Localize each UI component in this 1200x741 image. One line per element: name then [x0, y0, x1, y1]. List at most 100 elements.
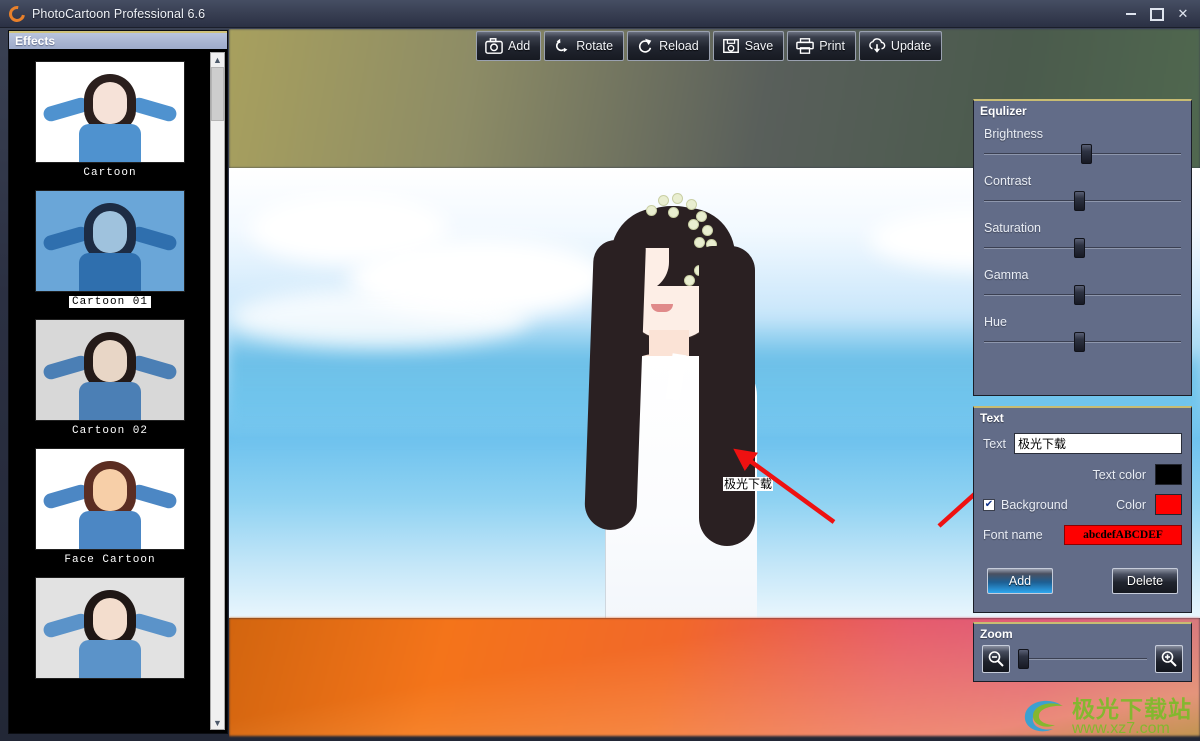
scroll-down-icon[interactable]: ▼ — [211, 716, 224, 729]
effect-thumbnail[interactable] — [35, 190, 185, 292]
close-button[interactable]: ✕ — [1170, 3, 1196, 25]
font-name-label: Font name — [983, 528, 1043, 542]
text-input-row: Text 极光下载 — [974, 433, 1191, 454]
effects-list[interactable]: Cartoon Cartoon 01 Cartoon 02 Face Cartoon — [9, 50, 227, 733]
effect-thumbnail[interactable] — [35, 577, 185, 679]
effect-item[interactable]: Cartoon — [9, 50, 211, 179]
text-color-label: Text color — [1092, 467, 1147, 482]
window-controls: ✕ — [1118, 0, 1196, 28]
slider-hue[interactable] — [984, 331, 1181, 353]
reload-icon — [636, 37, 654, 55]
toolbar-button-label: Save — [744, 39, 774, 53]
font-name-row: Font name abcdefABCDEF — [974, 525, 1191, 545]
effect-item[interactable] — [9, 566, 211, 679]
equalizer-title: Equlizer — [980, 104, 1027, 118]
slider-saturation[interactable] — [984, 237, 1181, 259]
magnifier-minus-icon[interactable] — [982, 645, 1010, 673]
toolbar-button-label: Add — [508, 39, 531, 53]
zoom-slider[interactable] — [1017, 647, 1147, 671]
effect-label: Cartoon 02 — [71, 425, 148, 437]
effect-thumbnail[interactable] — [35, 319, 185, 421]
slider-label-gamma: Gamma — [984, 268, 1029, 282]
window-title: PhotoCartoon Professional 6.6 — [32, 6, 206, 21]
text-panel: Text Text 极光下载 Text color Background Col… — [973, 406, 1192, 613]
background-checkbox[interactable] — [983, 498, 995, 511]
cloud-download-icon — [868, 37, 886, 55]
text-input[interactable]: 极光下载 — [1013, 433, 1182, 454]
effect-label: Cartoon — [83, 167, 137, 179]
effect-thumbnail[interactable] — [35, 448, 185, 550]
background-row: Background Color — [974, 494, 1191, 515]
equalizer-row-contrast: Contrast — [974, 174, 1191, 212]
delete-text-button[interactable]: Delete — [1112, 568, 1178, 594]
font-sample-button[interactable]: abcdefABCDEF — [1064, 525, 1182, 545]
rotate-icon — [553, 37, 571, 55]
effect-item[interactable]: Cartoon 01 — [9, 179, 211, 308]
text-panel-title: Text — [980, 411, 1004, 425]
effects-scrollbar[interactable]: ▲ ▼ — [210, 52, 225, 730]
effects-panel-title: Effects — [9, 31, 227, 49]
slider-gamma[interactable] — [984, 284, 1181, 306]
effect-item[interactable]: Face Cartoon — [9, 437, 211, 566]
slider-label-contrast: Contrast — [984, 174, 1032, 188]
effect-label: Face Cartoon — [64, 554, 156, 566]
slider-contrast[interactable] — [984, 190, 1181, 212]
zoom-panel: Zoom — [973, 622, 1192, 682]
effect-label: Cartoon 01 — [68, 296, 151, 308]
color-label: Color — [1116, 497, 1146, 512]
equalizer-panel: Equlizer Brightness Contrast Saturation Gam… — [973, 99, 1192, 396]
subject-hair-right — [699, 246, 755, 546]
background-color-group: Color — [1116, 494, 1182, 515]
toolbar-button-label: Reload — [659, 39, 699, 53]
slider-knob[interactable] — [1073, 332, 1085, 352]
toolbar-button-add[interactable]: Add — [476, 31, 542, 61]
background-color-swatch[interactable] — [1155, 494, 1182, 515]
slider-label-saturation: Saturation — [984, 221, 1041, 235]
minimize-button[interactable] — [1118, 3, 1144, 25]
toolbar-button-label: Update — [890, 39, 932, 53]
printer-icon — [796, 37, 815, 55]
effect-thumbnail[interactable] — [35, 61, 185, 163]
slider-brightness[interactable] — [984, 143, 1181, 165]
slider-knob[interactable] — [1073, 285, 1085, 305]
slider-knob[interactable] — [1081, 144, 1093, 164]
toolbar-button-update[interactable]: Update — [858, 31, 943, 61]
text-field-label: Text — [983, 436, 1006, 451]
equalizer-row-brightness: Brightness — [974, 127, 1191, 165]
magnifier-plus-icon[interactable] — [1155, 645, 1183, 673]
text-panel-actions: Add Delete — [974, 568, 1191, 594]
text-color-swatch[interactable] — [1155, 464, 1182, 485]
scrollbar-thumb[interactable] — [211, 67, 224, 121]
slider-knob[interactable] — [1073, 191, 1085, 211]
equalizer-sliders: Brightness Contrast Saturation Gamma Hue — [974, 127, 1191, 353]
scroll-up-icon[interactable]: ▲ — [211, 53, 224, 66]
canvas-overlay-text[interactable]: 极光下载 — [723, 477, 774, 491]
toolbar-button-reload[interactable]: Reload — [627, 31, 710, 61]
toolbar-button-label: Print — [819, 39, 845, 53]
title-bar: PhotoCartoon Professional 6.6 ✕ — [0, 0, 1200, 28]
equalizer-row-gamma: Gamma — [974, 268, 1191, 306]
application-window: PhotoCartoon Professional 6.6 ✕ Effects … — [0, 0, 1200, 741]
background-checkbox-group[interactable]: Background — [983, 498, 1068, 512]
app-logo-icon — [5, 2, 29, 25]
photo-subject — [549, 178, 809, 618]
toolbar-button-label: Rotate — [576, 39, 614, 53]
camera-icon — [485, 37, 503, 55]
toolbar-button-print[interactable]: Print — [787, 31, 856, 61]
equalizer-row-saturation: Saturation — [974, 221, 1191, 259]
slider-knob[interactable] — [1073, 238, 1085, 258]
add-text-button[interactable]: Add — [987, 568, 1053, 594]
cloud-shape — [229, 288, 529, 348]
equalizer-row-hue: Hue — [974, 315, 1191, 353]
toolbar: Add Rotate Reload Save Print Update — [476, 31, 945, 63]
text-color-row: Text color — [974, 464, 1191, 485]
slider-label-brightness: Brightness — [984, 127, 1044, 141]
toolbar-button-rotate[interactable]: Rotate — [544, 31, 625, 61]
zoom-title: Zoom — [980, 627, 1013, 641]
effect-item[interactable]: Cartoon 02 — [9, 308, 211, 437]
zoom-controls — [974, 645, 1191, 673]
maximize-button[interactable] — [1144, 3, 1170, 25]
toolbar-button-save[interactable]: Save — [712, 31, 785, 61]
background-label: Background — [1001, 497, 1068, 512]
subject-hair-front — [583, 239, 647, 531]
